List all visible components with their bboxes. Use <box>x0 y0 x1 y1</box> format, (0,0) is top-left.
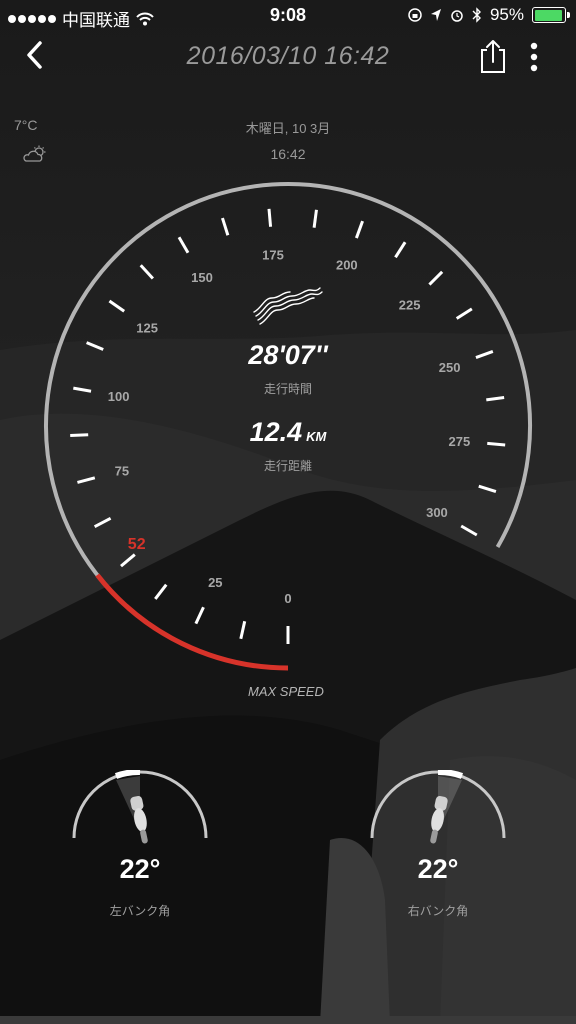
time-line: 16:42 <box>270 146 306 162</box>
distance-unit: KM <box>306 429 327 444</box>
lean-arc-left <box>72 770 208 844</box>
bluetooth-icon <box>472 7 481 23</box>
max-speed-caption: MAX SPEED <box>248 684 324 699</box>
share-icon <box>481 40 505 73</box>
status-bar: 中国联通 9:08 95% <box>0 0 576 32</box>
rotation-lock-icon <box>408 8 422 22</box>
lean-gauge-left: 22° 左バンク角 <box>70 770 210 930</box>
motorcycle-icon <box>130 795 148 844</box>
date-line: 木曜日, 10 3月 <box>245 121 331 136</box>
lean-gauge-right: 22° 右バンク角 <box>368 770 508 930</box>
battery-icon <box>532 7 570 23</box>
ride-duration-label: 走行時間 <box>263 382 312 396</box>
nav-bar: 2016/03/10 16:42 <box>0 32 576 80</box>
alarm-icon <box>451 10 463 22</box>
route-icon <box>253 287 323 325</box>
lean-label-left: 左バンク角 <box>109 904 171 918</box>
ride-duration: 28'07'' <box>248 340 328 370</box>
ride-distance-row: 12.4 KM <box>0 417 576 448</box>
ride-distance-label: 走行距離 <box>263 459 312 473</box>
lean-arc-right <box>370 770 506 844</box>
location-icon <box>430 9 441 21</box>
bottom-bar <box>0 1016 576 1024</box>
ride-distance: 12.4 <box>249 417 303 447</box>
status-right: 95% <box>408 5 570 25</box>
lean-angle-left: 22° <box>119 854 161 884</box>
lean-label-right: 右バンク角 <box>407 904 469 918</box>
battery-percent: 95% <box>489 5 524 24</box>
lean-angle-right: 22° <box>417 854 459 884</box>
battery-level-fill <box>534 9 563 21</box>
more-vertical-icon <box>530 42 538 72</box>
motorcycle-icon <box>430 795 448 844</box>
share-button[interactable] <box>478 38 508 74</box>
more-button[interactable] <box>524 38 544 74</box>
